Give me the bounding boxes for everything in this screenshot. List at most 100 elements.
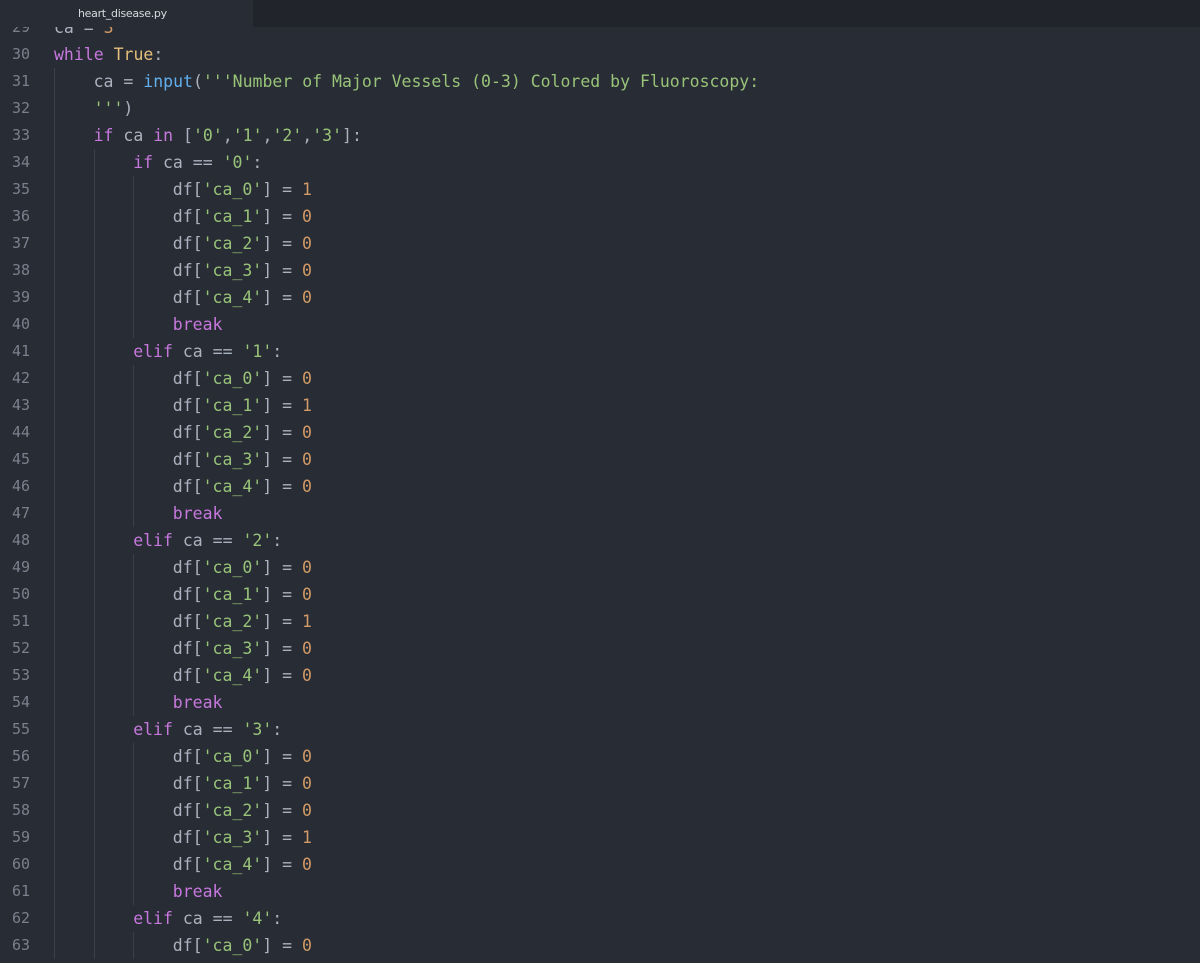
code-token: 0 xyxy=(301,368,312,388)
code-line: 54 break xyxy=(0,688,1200,716)
indent-guide xyxy=(133,796,135,824)
code-token: 'ca_0' xyxy=(202,935,263,955)
code-token: 'ca_4' xyxy=(202,287,263,307)
code-token: ca == xyxy=(182,908,243,928)
code-token: df[ xyxy=(172,287,203,307)
indent-guide xyxy=(54,688,55,716)
code-text: elif ca == '2': xyxy=(133,527,282,554)
code-text: break xyxy=(173,689,223,716)
code-line: 53 df['ca_4'] = 0 xyxy=(0,661,1200,689)
code-token: ]: xyxy=(342,125,362,145)
code-text: df['ca_1'] = 0 xyxy=(173,581,312,608)
code-token: df[ xyxy=(172,557,203,577)
code-editor[interactable]: 29ca = 330while True:31ca = input('''Num… xyxy=(0,27,1200,963)
code-line: 31 ca = input('''Number of Major Vessels … xyxy=(0,67,1200,95)
code-text: while True: xyxy=(54,41,163,68)
code-token: break xyxy=(172,503,223,523)
code-token: 'ca_3' xyxy=(202,827,263,847)
indent-guide xyxy=(133,607,135,635)
code-token: df[ xyxy=(172,584,203,604)
code-token: '1' xyxy=(242,341,273,361)
indent-guide xyxy=(54,850,55,878)
code-token: 'ca_4' xyxy=(202,476,263,496)
indent-guide xyxy=(93,526,95,554)
code-token: 'ca_4' xyxy=(202,854,263,874)
code-token: ] = xyxy=(262,854,302,874)
indent-guide xyxy=(93,148,95,176)
code-token: 'ca_2' xyxy=(202,800,263,820)
indent-guide xyxy=(93,877,95,905)
code-text: break xyxy=(173,311,223,338)
line-number: 33 xyxy=(11,125,30,144)
code-token: 'ca_1' xyxy=(202,773,263,793)
indent-guide xyxy=(133,553,135,581)
code-token: df[ xyxy=(172,368,203,388)
code-text: df['ca_2'] = 0 xyxy=(173,797,312,824)
line-number: 38 xyxy=(11,260,30,279)
code-text: df['ca_4'] = 0 xyxy=(173,851,312,878)
code-text: df['ca_0'] = 0 xyxy=(173,365,312,392)
code-line: 41 elif ca == '1': xyxy=(0,337,1200,365)
line-number: 62 xyxy=(11,908,30,927)
indent-guide xyxy=(54,769,55,797)
indent-guide xyxy=(93,418,95,446)
code-token: break xyxy=(172,692,223,712)
code-line: 49 df['ca_0'] = 0 xyxy=(0,553,1200,581)
code-token: : xyxy=(272,908,283,928)
line-number: 60 xyxy=(11,854,30,873)
code-token: ] = xyxy=(262,935,302,955)
code-line: 59 df['ca_3'] = 1 xyxy=(0,823,1200,851)
code-text: df['ca_4'] = 0 xyxy=(173,662,312,689)
line-number: 52 xyxy=(11,638,30,657)
code-text: df['ca_1'] = 1 xyxy=(173,392,312,419)
indent-guide xyxy=(133,769,135,797)
indent-guide xyxy=(133,364,135,392)
indent-guide xyxy=(54,742,55,770)
line-number: 48 xyxy=(11,530,30,549)
code-text: elif ca == '1': xyxy=(133,338,282,365)
indent-guide xyxy=(133,472,135,500)
code-token: , xyxy=(262,125,273,145)
code-token: 0 xyxy=(301,638,312,658)
indent-guide xyxy=(133,445,135,473)
indent-guide xyxy=(133,175,135,203)
indent-guide xyxy=(93,823,95,851)
code-line: 60 df['ca_4'] = 0 xyxy=(0,850,1200,878)
code-text: df['ca_4'] = 0 xyxy=(173,284,312,311)
indent-guide xyxy=(133,256,135,284)
line-number: 34 xyxy=(11,152,30,171)
line-number: 42 xyxy=(11,368,30,387)
code-token: [ xyxy=(183,125,193,145)
indent-guide xyxy=(133,202,135,230)
code-token: in xyxy=(153,125,184,145)
code-token: ] = xyxy=(262,476,302,496)
code-line: 34 if ca == '0': xyxy=(0,148,1200,176)
indent-guide xyxy=(93,661,95,689)
code-token: ] = xyxy=(262,287,302,307)
code-token: True xyxy=(113,44,154,64)
editor-window: heart_disease.py 29ca = 330while True:31… xyxy=(0,0,1200,963)
indent-guide xyxy=(54,715,55,743)
code-text: df['ca_3'] = 0 xyxy=(173,257,312,284)
indent-guide xyxy=(54,931,55,959)
code-token: df[ xyxy=(172,665,203,685)
code-token: , xyxy=(222,125,233,145)
tab-heart-disease-py[interactable]: heart_disease.py xyxy=(0,0,253,27)
indent-guide xyxy=(54,310,55,338)
code-line: 36 df['ca_1'] = 0 xyxy=(0,202,1200,230)
code-token: ca = xyxy=(54,27,104,37)
code-token: ] = xyxy=(262,422,302,442)
indent-guide xyxy=(54,499,55,527)
code-token: ) xyxy=(123,98,134,118)
indent-guide xyxy=(133,661,135,689)
indent-guide xyxy=(54,364,55,392)
code-line: 61 break xyxy=(0,877,1200,905)
code-token: '2' xyxy=(242,530,273,550)
code-line: 35 df['ca_0'] = 1 xyxy=(0,175,1200,203)
code-token: elif xyxy=(133,908,183,928)
code-text: elif ca == '4': xyxy=(133,905,282,932)
indent-guide xyxy=(54,607,55,635)
code-token: 'ca_1' xyxy=(202,395,263,415)
indent-guide xyxy=(133,391,135,419)
indent-guide xyxy=(133,877,135,905)
